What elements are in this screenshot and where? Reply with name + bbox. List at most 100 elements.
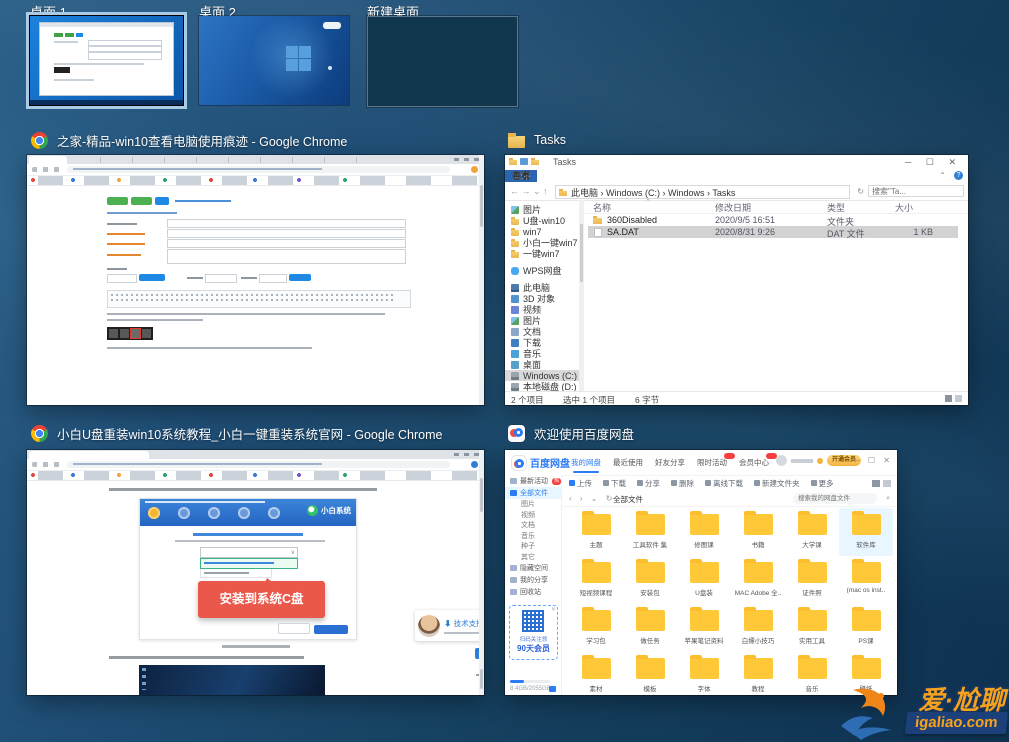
- netdisk-tab[interactable]: 会员中心: [733, 450, 775, 475]
- netdisk-caption[interactable]: 欢迎使用百度网盘: [508, 424, 634, 443]
- netdisk-folder[interactable]: 学习包: [569, 604, 623, 652]
- expand-capacity-icon[interactable]: [549, 686, 556, 692]
- sidebar-item-icon: [511, 339, 519, 347]
- netdisk-window-thumbnail[interactable]: 百度网盘 我的网盘 最近使用 好友分享 限时活动: [505, 450, 897, 695]
- netdisk-category-item[interactable]: 其它: [505, 552, 561, 563]
- netdisk-category-item[interactable]: 图片: [505, 499, 561, 510]
- netdisk-folder[interactable]: 安装包: [623, 556, 677, 604]
- netdisk-folder[interactable]: 短视频课程: [569, 556, 623, 604]
- netdisk-category-item[interactable]: 文档: [505, 520, 561, 531]
- netdisk-toolbar-button[interactable]: 分享: [637, 478, 660, 489]
- netdisk-folder[interactable]: 字体: [677, 652, 731, 695]
- bookmarks-bar: [27, 176, 484, 186]
- netdisk-toolbar-button[interactable]: 更多: [811, 478, 834, 489]
- view-toggle-icons[interactable]: [945, 395, 963, 402]
- netdisk-category-item[interactable]: 种子: [505, 541, 561, 552]
- close-icon[interactable]: ✕: [551, 606, 556, 613]
- netdisk-sidebar-item[interactable]: 我的分享: [505, 574, 561, 586]
- sidebar-item[interactable]: 音乐: [505, 348, 579, 359]
- netdisk-folder[interactable]: PS课: [839, 604, 893, 652]
- netdisk-folder[interactable]: U盘装: [677, 556, 731, 604]
- netdisk-category-item[interactable]: 视频: [505, 510, 561, 521]
- nav-arrows[interactable]: ← → ⌄ ↑: [510, 186, 548, 197]
- netdisk-folder[interactable]: 软件库: [839, 508, 893, 556]
- explorer-search-input[interactable]: [868, 185, 964, 197]
- column-name[interactable]: 名称: [593, 201, 611, 214]
- view-toggle-icons[interactable]: [872, 480, 891, 487]
- explorer-window-thumbnail[interactable]: Tasks ─ ☐ ✕ 文件 主页 共享 查看 ⌃ ? ← → ⌄ ↑ 此电脑 …: [505, 155, 968, 405]
- new-desktop-thumbnail[interactable]: [367, 16, 518, 107]
- netdisk-sidebar-item[interactable]: 回收站: [505, 586, 561, 598]
- sidebar-item[interactable]: WPS网盘: [505, 265, 579, 276]
- sidebar-item[interactable]: U盘-win10: [505, 215, 579, 226]
- collapse-ribbon-icon[interactable]: ⌃: [939, 171, 946, 180]
- netdisk-folder[interactable]: 工具软件 集: [623, 508, 677, 556]
- chrome2-window-thumbnail[interactable]: 小白系统 安装到系统C盘 ⬇ 技术支持: [27, 450, 484, 695]
- netdisk-tab[interactable]: 限时活动: [691, 450, 733, 475]
- image-toolbar: [107, 327, 153, 340]
- netdisk-folder[interactable]: 证件照: [785, 556, 839, 604]
- netdisk-folder[interactable]: 修图课: [677, 508, 731, 556]
- netdisk-toolbar-button[interactable]: 上传: [569, 478, 592, 489]
- netdisk-sidebar-item[interactable]: 隐藏空间: [505, 562, 561, 574]
- netdisk-tab[interactable]: 最近使用: [607, 450, 649, 475]
- netdisk-folder[interactable]: 实用工具: [785, 604, 839, 652]
- netdisk-tab[interactable]: 我的网盘: [565, 450, 607, 475]
- refresh-icon[interactable]: ↻: [857, 187, 864, 196]
- netdisk-folder[interactable]: 教程: [731, 652, 785, 695]
- netdisk-folder[interactable]: 音乐: [785, 652, 839, 695]
- netdisk-toolbar-button[interactable]: 离线下载: [705, 478, 743, 489]
- netdisk-folder[interactable]: 苹果笔记资料: [677, 604, 731, 652]
- window-controls[interactable]: ─ ☐ ✕: [854, 456, 893, 465]
- user-avatar[interactable]: [776, 455, 787, 466]
- netdisk-category-item[interactable]: 音乐: [505, 531, 561, 542]
- netdisk-folder[interactable]: 素材: [569, 652, 623, 695]
- folder-icon: [852, 658, 881, 679]
- help-icon[interactable]: ?: [954, 171, 963, 180]
- support-widget[interactable]: ⬇ 技术支持: [415, 610, 484, 641]
- ribbon-tab[interactable]: 查看: [505, 170, 537, 182]
- sidebar-item[interactable]: 3D 对象: [505, 293, 579, 304]
- window-controls[interactable]: ─ ☐ ✕: [905, 157, 962, 168]
- netdisk-tab[interactable]: 好友分享: [649, 450, 691, 475]
- netdisk-sidebar-item[interactable]: 最新活动 热: [505, 475, 561, 487]
- explorer-caption[interactable]: Tasks: [508, 131, 566, 148]
- column-size[interactable]: 大小: [895, 201, 913, 214]
- column-date[interactable]: 修改日期: [715, 201, 751, 214]
- netdisk-folder[interactable]: 模板: [623, 652, 677, 695]
- netdisk-folder[interactable]: (mac os inst..: [839, 556, 893, 604]
- netdisk-folder[interactable]: 书籍: [731, 508, 785, 556]
- desktop-2-thumbnail[interactable]: [199, 16, 349, 105]
- sidebar-item[interactable]: 一键win7: [505, 248, 579, 259]
- sidebar-item[interactable]: 视频: [505, 304, 579, 315]
- sidebar-item[interactable]: 图片: [505, 315, 579, 326]
- netdisk-folder[interactable]: 白嫖小技巧: [731, 604, 785, 652]
- netdisk-folder[interactable]: 大学课: [785, 508, 839, 556]
- sidebar-item[interactable]: 文档: [505, 326, 579, 337]
- qr-promo-card[interactable]: ✕ 扫码关注领 90天会员: [509, 605, 558, 660]
- column-type[interactable]: 类型: [827, 201, 845, 214]
- netdisk-search-input[interactable]: [793, 493, 877, 504]
- sidebar-item[interactable]: 桌面: [505, 359, 579, 370]
- chrome1-window-thumbnail[interactable]: [27, 155, 484, 405]
- netdisk-breadcrumb[interactable]: 全部文件: [613, 494, 643, 505]
- netdisk-sidebar-item[interactable]: 全部文件: [505, 487, 561, 499]
- file-row[interactable]: 360Disabled 2020/9/5 16:51 文件夹: [588, 214, 958, 226]
- desktop-1-thumbnail[interactable]: [30, 16, 183, 105]
- netdisk-toolbar-button[interactable]: 新建文件夹: [754, 478, 800, 489]
- nav-arrows[interactable]: ‹ › ⌄ ↻: [569, 494, 615, 503]
- chrome1-caption[interactable]: 之家-精品-win10查看电脑使用痕迹 - Google Chrome: [31, 131, 347, 150]
- breadcrumb[interactable]: 此电脑 › Windows (C:) › Windows › Tasks: [555, 185, 850, 199]
- netdisk-toolbar-button[interactable]: 下载: [603, 478, 626, 489]
- netdisk-folder[interactable]: 做任务: [623, 604, 677, 652]
- chrome2-caption[interactable]: 小白U盘重装win10系统教程_小白一键重装系统官网 - Google Chro…: [31, 424, 443, 443]
- column-headers: 名称 ⌃ 修改日期 类型 大小: [585, 200, 968, 214]
- capacity-text: 8.4GB/2055GB: [510, 686, 551, 692]
- file-row[interactable]: SA.DAT 2020/8/31 9:26 DAT 文件 1 KB: [588, 226, 958, 238]
- sidebar-item[interactable]: 下载: [505, 337, 579, 348]
- profile-avatar: [471, 166, 478, 173]
- netdisk-folder[interactable]: 主题: [569, 508, 623, 556]
- netdisk-toolbar-button[interactable]: 删除: [671, 478, 694, 489]
- netdisk-folder[interactable]: MAC Adobe 全..: [731, 556, 785, 604]
- sidebar-scrollbar[interactable]: [579, 200, 584, 392]
